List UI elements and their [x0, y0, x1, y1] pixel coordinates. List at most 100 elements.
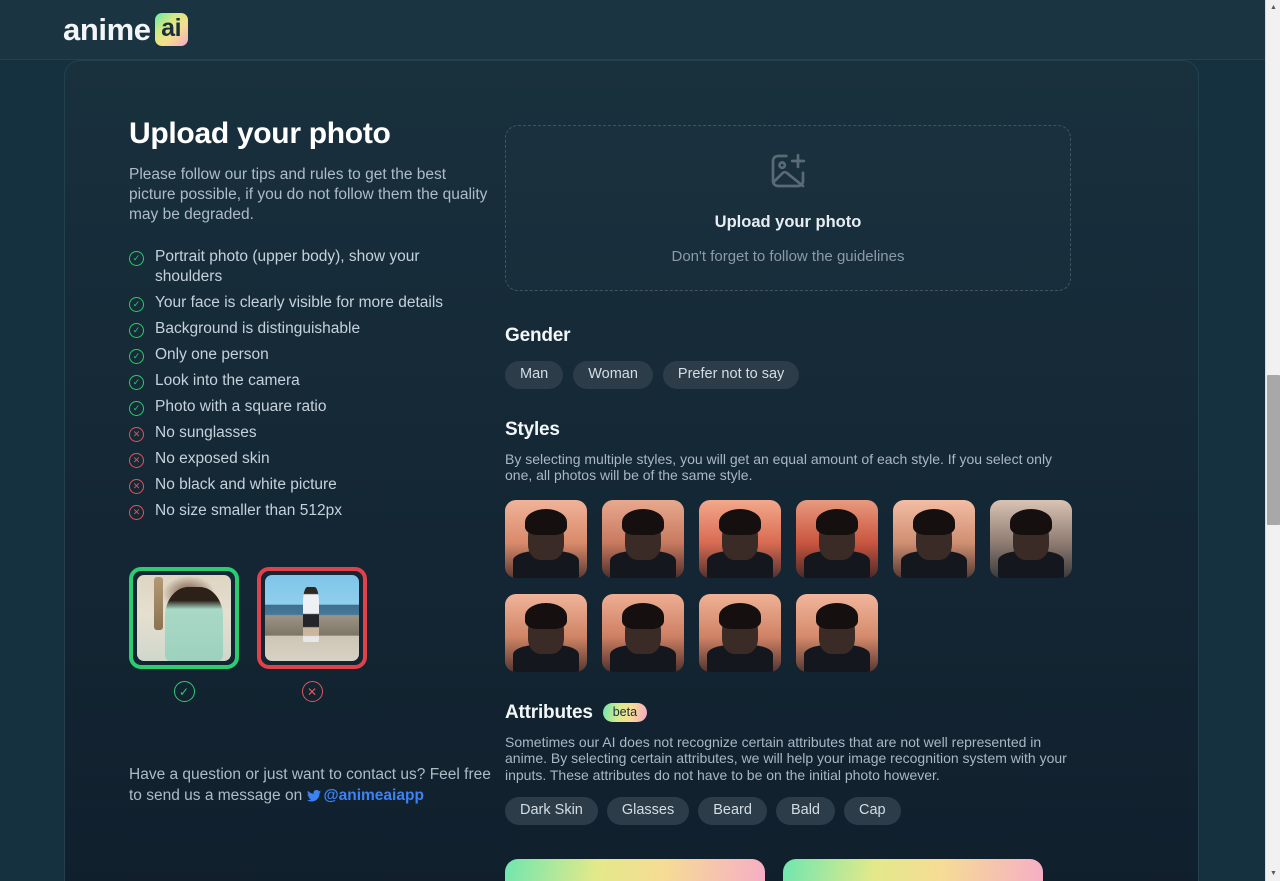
guideline-item: ✕ No exposed skin — [129, 449, 485, 469]
guideline-item: ✓ Look into the camera — [129, 371, 485, 391]
styles-title: Styles — [505, 418, 560, 440]
attribute-chip-bald[interactable]: Bald — [775, 797, 835, 825]
example-bad-frame — [257, 567, 367, 669]
example-good-image — [137, 575, 231, 661]
guideline-item: ✕ No sunglasses — [129, 423, 485, 443]
scrollbar-down-arrow[interactable]: ▼ — [1266, 866, 1280, 881]
example-bad: ✕ — [257, 567, 367, 702]
style-thumbnail[interactable] — [990, 499, 1072, 578]
brand-logo-badge: ai — [154, 13, 188, 46]
styles-section: Styles By selecting multiple styles, you… — [505, 419, 1135, 672]
style-thumbnail-hair — [621, 602, 665, 630]
twitter-bird-icon — [306, 787, 321, 808]
guidelines-list: ✓ Portrait photo (upper body), show your … — [129, 247, 485, 521]
page-root: anime ai Upload your photo Please follow… — [0, 0, 1280, 881]
style-thumbnail-hair — [815, 602, 859, 630]
style-thumbnail-hair — [718, 508, 762, 536]
guideline-text: Background is distinguishable — [155, 320, 361, 337]
beta-badge: beta — [602, 703, 648, 722]
style-thumbnail[interactable] — [796, 499, 878, 578]
style-thumbnail[interactable] — [505, 499, 587, 578]
attributes-title-row: Attributes beta — [505, 702, 1135, 724]
image-plus-icon — [768, 151, 808, 196]
guideline-text: No black and white picture — [155, 476, 337, 493]
cross-circle-icon: ✕ — [301, 681, 323, 702]
scrollbar-thumb[interactable] — [1267, 375, 1280, 525]
style-thumbnail-hair — [912, 508, 956, 536]
style-thumbnail[interactable] — [699, 499, 781, 578]
dropzone-title: Upload your photo — [714, 213, 862, 231]
gender-chip-woman[interactable]: Woman — [573, 361, 653, 389]
check-circle-icon: ✓ — [129, 349, 144, 364]
page-subtitle: Please follow our tips and rules to get … — [129, 166, 488, 223]
guideline-text: Only one person — [155, 346, 269, 363]
generate-button-1[interactable]: Generate 1 anime picture for free — [505, 858, 765, 881]
example-photos: ✓ ✕ — [129, 567, 485, 702]
example-good-frame — [129, 567, 239, 669]
attribute-options: Dark Skin Glasses Beard Bald Cap — [505, 797, 1135, 825]
styles-grid — [505, 499, 1085, 672]
style-thumbnail[interactable] — [796, 593, 878, 672]
guideline-text: No exposed skin — [155, 450, 270, 467]
guideline-item: ✕ No black and white picture — [129, 475, 485, 495]
gender-chip-man[interactable]: Man — [505, 361, 564, 389]
cross-circle-icon: ✕ — [129, 453, 144, 468]
page-title: Upload your photo — [129, 117, 391, 150]
main-card: Upload your photo Please follow our tips… — [64, 60, 1199, 881]
attribute-chip-beard[interactable]: Beard — [698, 797, 767, 825]
style-thumbnail[interactable] — [699, 593, 781, 672]
gender-title: Gender — [505, 325, 571, 346]
attribute-chip-cap[interactable]: Cap — [843, 797, 901, 825]
check-circle-icon: ✓ — [129, 251, 144, 266]
guideline-item: ✓ Portrait photo (upper body), show your … — [129, 247, 485, 287]
two-column-layout: Upload your photo Please follow our tips… — [65, 61, 1198, 881]
dropzone-subtitle: Don't forget to follow the guidelines — [671, 248, 905, 265]
check-circle-icon: ✓ — [129, 375, 144, 390]
style-thumbnail[interactable] — [893, 499, 975, 578]
attribute-chip-glasses[interactable]: Glasses — [606, 797, 690, 825]
generate-buttons: Generate 1 anime picture for free Generat… — [505, 858, 1135, 881]
guideline-text: No size smaller than 512px — [155, 502, 342, 519]
guideline-item: ✓ Only one person — [129, 345, 485, 365]
generate-button-2[interactable]: Generate 100 anime pictures for $3.99 — [783, 858, 1043, 881]
style-thumbnail-hair — [621, 508, 665, 536]
guideline-text: No sunglasses — [155, 424, 257, 441]
upload-dropzone[interactable]: Upload your photo Don't forget to follow… — [505, 125, 1071, 291]
attributes-description: Sometimes our AI does not recognize cert… — [505, 733, 1067, 783]
style-thumbnail-hair — [718, 602, 762, 630]
gender-section: Gender Man Woman Prefer not to say — [505, 325, 1135, 389]
attributes-title: Attributes — [505, 701, 593, 723]
style-thumbnail-hair — [524, 508, 568, 536]
style-thumbnail-hair — [524, 602, 568, 630]
guideline-item: ✓ Background is distinguishable — [129, 319, 485, 339]
style-thumbnail-hair — [1009, 508, 1053, 536]
twitter-handle-link[interactable]: @animeaiapp — [306, 787, 424, 804]
gender-options: Man Woman Prefer not to say — [505, 361, 1135, 389]
style-thumbnail[interactable] — [505, 593, 587, 672]
check-circle-icon: ✓ — [173, 681, 195, 702]
example-good: ✓ — [129, 567, 239, 702]
check-circle-icon: ✓ — [129, 323, 144, 338]
styles-description: By selecting multiple styles, you will g… — [505, 450, 1053, 484]
page-scrollbar[interactable]: ▲ ▼ — [1265, 0, 1280, 881]
style-thumbnail-hair — [815, 508, 859, 536]
right-column: Upload your photo Don't forget to follow… — [505, 117, 1135, 881]
guideline-text: Look into the camera — [155, 372, 300, 389]
style-thumbnail[interactable] — [602, 593, 684, 672]
guideline-text: Your face is clearly visible for more de… — [155, 294, 444, 311]
guideline-text: Photo with a square ratio — [155, 398, 327, 415]
check-circle-icon: ✓ — [129, 297, 144, 312]
check-circle-icon: ✓ — [129, 401, 144, 416]
guideline-text: Portrait photo (upper body), show your s… — [155, 248, 420, 285]
cross-circle-icon: ✕ — [129, 427, 144, 442]
twitter-handle-text: @animeaiapp — [323, 787, 424, 804]
gender-chip-prefer-not-to-say[interactable]: Prefer not to say — [662, 361, 800, 389]
contact-block: Have a question or just want to contact … — [129, 764, 501, 808]
cross-circle-icon: ✕ — [129, 479, 144, 494]
guideline-item: ✓ Your face is clearly visible for more d… — [129, 293, 485, 313]
brand-logo-word: anime — [63, 11, 151, 47]
scrollbar-up-arrow[interactable]: ▲ — [1266, 0, 1280, 15]
attribute-chip-dark-skin[interactable]: Dark Skin — [505, 797, 598, 825]
brand-logo[interactable]: anime ai — [63, 12, 188, 48]
style-thumbnail[interactable] — [602, 499, 684, 578]
